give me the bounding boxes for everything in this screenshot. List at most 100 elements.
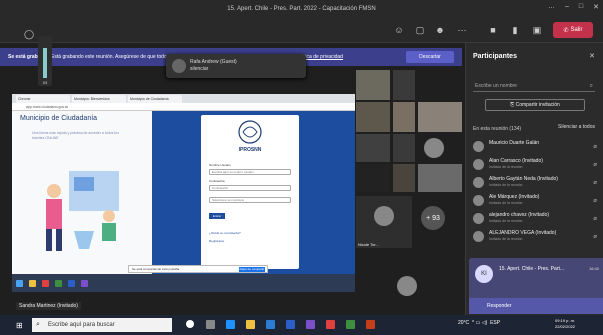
tile-name: Nicole Tor... [358, 242, 379, 247]
list-item[interactable]: alejandro chavez (Invitado) Invitado de l… [473, 212, 597, 226]
browser-tab[interactable]: Municipio: Bienvenidos [72, 95, 126, 103]
participant-popup[interactable]: Rafa Andrew (Guest) silenciar [166, 54, 306, 78]
leave-button[interactable]: ✆ Salir [553, 22, 593, 38]
illustration [46, 171, 119, 251]
close-icon[interactable]: ✕ [589, 52, 595, 60]
system-tray[interactable]: 20°C ^ ▭ ◁) ESP [458, 320, 500, 326]
more-icon[interactable]: ⋯ [455, 23, 469, 37]
panel-title: Participantes [473, 53, 517, 60]
camera-icon[interactable]: ■ [486, 23, 500, 37]
taskbar-clock[interactable]: 09:19 p. m. 22/02/2022 [555, 318, 575, 330]
powerpoint-icon[interactable] [366, 320, 375, 329]
avatar [473, 213, 484, 224]
list-item[interactable]: Alberto Gaytán Neda (Invitado) Invitado d… [473, 176, 597, 190]
reply-button[interactable]: Responder [469, 298, 603, 314]
avatar [473, 177, 484, 188]
video-tile[interactable]: Nicole Tor... [356, 196, 412, 248]
word-icon[interactable] [286, 320, 295, 329]
municipality-select[interactable]: Seleccione su municipio [209, 197, 291, 203]
chat-icon[interactable]: ▢ [413, 23, 427, 37]
folder-icon [29, 279, 36, 287]
list-item[interactable]: Mauricio Duarte Galán ⌀ [473, 140, 597, 154]
video-tile[interactable] [418, 102, 462, 132]
register-link[interactable]: Registrarse [209, 239, 224, 243]
video-tile[interactable] [356, 102, 390, 132]
maximize-button[interactable]: □ [579, 3, 583, 11]
react-icon[interactable]: ☻ [433, 23, 447, 37]
login-button[interactable]: Entrar [209, 213, 225, 219]
sharing-bar: Se está compartiendo esta pestaña Dejar d… [128, 265, 268, 273]
excel-icon[interactable] [346, 320, 355, 329]
shield-icon[interactable]: ◯ [22, 27, 36, 41]
video-tile[interactable] [393, 102, 415, 132]
user-input[interactable]: Escriba aquí su email o usuario [209, 169, 291, 175]
windows-taskbar: ⊞ ⌕ Escribe aquí para buscar 20°C ^ ▭ ◁) … [0, 315, 603, 335]
password-input[interactable]: Contraseña [209, 185, 291, 191]
people-icon[interactable]: ☺ [392, 23, 406, 37]
minimize-button[interactable]: – [565, 3, 569, 11]
taskbar-search-placeholder: Escribe aquí para buscar [48, 322, 115, 328]
participant-name: Alberto Gaytán Neda (Invitado) [489, 176, 558, 182]
mute-all-button[interactable]: Silenciar a todos [558, 124, 595, 130]
popup-action[interactable]: silenciar [190, 66, 237, 73]
chrome-icon[interactable] [326, 320, 335, 329]
stop-sharing-button[interactable]: Dejar de compartir [239, 267, 265, 272]
user-label: Nombre Usuario [209, 163, 231, 167]
video-tile[interactable] [393, 134, 415, 162]
site-info-panel: Municipio de Ciudadanía Una forma más rá… [12, 111, 152, 274]
login-card: IPROSNN Nombre Usuario Escriba aquí su e… [201, 115, 299, 269]
share-invite-button[interactable]: ⎘ Compartir invitación [485, 99, 585, 111]
list-item[interactable]: ALEJANDRO VEGA (Invitado) Invitado de la … [473, 230, 597, 244]
chat-notification[interactable]: KI 15. Apert. Chile - Pres. Part... 16:4… [469, 258, 603, 314]
avatar: KI [475, 265, 493, 283]
avatar [172, 59, 186, 73]
mail-icon[interactable] [266, 320, 275, 329]
windows-start-icon[interactable]: ⊞ [16, 321, 23, 330]
address-bar[interactable]: app.muni.ciudadano.gov.ar [12, 103, 355, 111]
taskbar-search-input[interactable]: ⌕ Escribe aquí para buscar [32, 318, 172, 332]
close-button[interactable]: ✕ [593, 3, 599, 11]
logo-icon [238, 120, 262, 144]
teams-icon [81, 279, 88, 287]
video-tile[interactable] [356, 164, 390, 192]
share-icon[interactable]: ▣ [530, 23, 544, 37]
list-item[interactable]: Alan Carrasco (Invitado) Invitado de la r… [473, 158, 597, 172]
window-title: 15. Apert. Chile - Pres. Part. 2022 - Ca… [227, 5, 376, 12]
video-tile[interactable] [393, 164, 415, 192]
mic-off-icon: ⌀ [593, 162, 597, 168]
more-options-icon[interactable]: … [548, 3, 555, 11]
forgot-link[interactable]: ¿Olvidó su contraseña? [209, 231, 241, 235]
in-meeting-header[interactable]: En esta reunión (134) [473, 126, 521, 132]
mic-off-icon: ⌀ [593, 180, 597, 186]
edge-icon[interactable] [226, 320, 235, 329]
browser-tab[interactable]: Municipio de Ciudadanía [128, 95, 182, 103]
cortana-icon[interactable] [186, 320, 194, 328]
more-participants-button[interactable]: + 93 [421, 206, 445, 230]
task-view-icon[interactable] [206, 320, 215, 329]
browser-tab[interactable]: Chrome [16, 95, 70, 103]
presenter-name: Sandra Martinez (Invitado) [16, 302, 81, 310]
avatar [473, 195, 484, 206]
video-tile[interactable] [418, 164, 462, 192]
dismiss-button[interactable]: Descartar [406, 51, 454, 63]
window-controls: … – □ ✕ [548, 3, 599, 11]
list-item[interactable]: Ale Márquez (Invitado) Invitado de la reu… [473, 194, 597, 208]
video-tile[interactable] [393, 70, 415, 100]
participant-search-input[interactable]: Escribe un nombre ⌕ [473, 80, 595, 92]
participant-role: Invitado de la reunión [489, 237, 523, 241]
teams-icon[interactable] [306, 320, 315, 329]
browser-tabs: Chrome Municipio: Bienvenidos Municipio … [12, 94, 355, 103]
video-tile[interactable] [356, 70, 390, 100]
notification-title: 15. Apert. Chile - Pres. Part... [499, 266, 565, 272]
mic-icon[interactable]: ▮ [508, 23, 522, 37]
video-tile[interactable] [356, 134, 390, 162]
mic-level-value: 03 [42, 80, 48, 85]
site-description: Una forma más rápida y práctica de acced… [32, 131, 119, 140]
participant-name: Mauricio Duarte Galán [489, 140, 540, 146]
weather-temp: 20°C [458, 320, 470, 326]
word-icon [68, 279, 75, 287]
search-placeholder: Escribe un nombre [475, 83, 517, 89]
shared-screen: Chrome Municipio: Bienvenidos Municipio … [12, 94, 355, 292]
folder-icon[interactable] [246, 320, 255, 329]
popup-name: Rafa Andrew (Guest) [190, 59, 237, 65]
